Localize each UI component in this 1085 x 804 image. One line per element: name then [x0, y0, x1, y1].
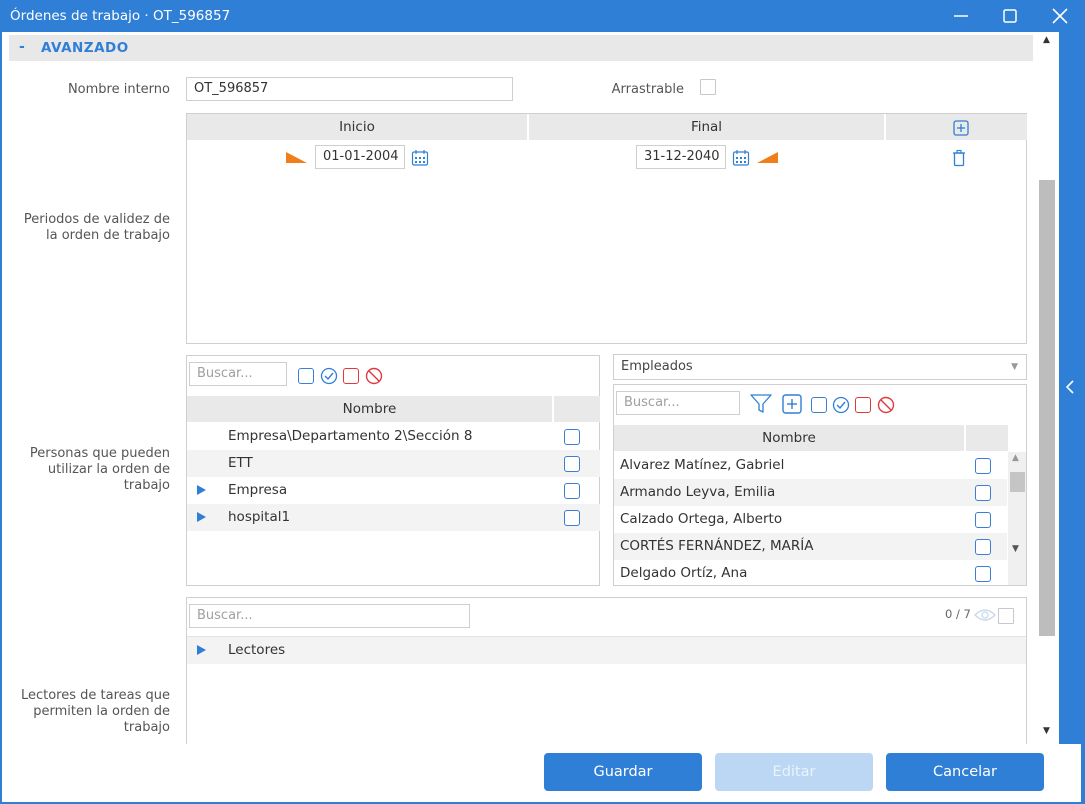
main-scroll-down-icon[interactable]: ▼ [1043, 726, 1050, 736]
employee-row[interactable]: Armando Leyva, Emilia [614, 479, 1007, 506]
select-all-check-icon[interactable] [832, 396, 850, 414]
draggable-checkbox[interactable] [700, 79, 716, 95]
close-icon [1052, 8, 1068, 24]
column-end: Final [529, 114, 884, 140]
expand-arrow-icon[interactable] [197, 645, 206, 655]
dropdown-arrow-icon: ▼ [1011, 362, 1018, 372]
block-icon[interactable] [365, 367, 383, 385]
employee-row[interactable]: CORTÉS FERNÁNDEZ, MARÍA [614, 533, 1007, 560]
groups-column-name: Nombre [187, 396, 552, 422]
readers-panel: Buscar... 0 / 7 Lectores [186, 597, 1027, 744]
internal-name-input[interactable]: OT_596857 [186, 77, 513, 101]
save-button[interactable]: Guardar [544, 753, 702, 791]
select-none-icon[interactable] [811, 397, 827, 413]
group-row[interactable]: hospital1 [187, 504, 600, 531]
expand-arrow-icon[interactable] [197, 485, 206, 495]
readers-label: Lectores de tareas que permiten la orden… [20, 688, 170, 735]
select-none-icon[interactable] [298, 368, 314, 384]
group-row-checkbox[interactable] [564, 429, 580, 445]
employee-row-checkbox[interactable] [975, 539, 991, 555]
validity-table: Inicio Final 01-01-2004 31-12-2040 [186, 113, 1027, 344]
employee-row-checkbox[interactable] [975, 566, 991, 582]
groups-panel: Buscar... Nombre Empresa\Departamento 2\… [186, 355, 600, 586]
add-period-icon[interactable] [953, 120, 969, 136]
group-row-checkbox[interactable] [564, 456, 580, 472]
filter-icon[interactable] [750, 394, 772, 414]
employee-row[interactable]: Delgado Ortíz, Ana [614, 560, 1007, 585]
select-all-check-icon[interactable] [320, 367, 338, 385]
collapse-toggle[interactable]: - [19, 39, 25, 55]
form-scroll-area: - AVANZADO Nombre interno OT_596857 Arra… [2, 32, 1037, 744]
eye-icon[interactable] [974, 607, 996, 623]
employees-scrollbar[interactable]: ▲ ▼ [1008, 452, 1026, 585]
scroll-down-icon[interactable]: ▼ [1012, 544, 1019, 554]
group-row-checkbox[interactable] [564, 510, 580, 526]
groups-search-input[interactable]: Buscar... [189, 362, 287, 386]
employees-scroll-thumb[interactable] [1010, 472, 1025, 492]
group-row-checkbox[interactable] [564, 483, 580, 499]
section-title: AVANZADO [41, 40, 129, 56]
title-bar: Órdenes de trabajo · OT_596857 [0, 0, 1085, 32]
employee-row[interactable]: Alvarez Matínez, Gabriel [614, 452, 1007, 479]
main-scroll-thumb[interactable] [1039, 180, 1055, 636]
employees-column-check [966, 425, 1008, 451]
maximize-icon [1003, 9, 1017, 23]
section-header-avanzado[interactable]: - AVANZADO [9, 35, 1033, 61]
group-row[interactable]: Empresa\Departamento 2\Sección 8 [187, 423, 600, 450]
persons-label: Personas que pueden utilizar la orden de… [29, 446, 170, 493]
maximize-button[interactable] [985, 0, 1035, 32]
close-button[interactable] [1035, 0, 1085, 32]
employee-row-checkbox[interactable] [975, 458, 991, 474]
main-scroll-up-icon[interactable]: ▲ [1043, 35, 1050, 45]
edit-button[interactable]: Editar [715, 753, 873, 791]
employee-row-checkbox[interactable] [975, 512, 991, 528]
validity-label: Periodos de validez de la orden de traba… [23, 212, 170, 243]
readers-select-checkbox[interactable] [998, 608, 1014, 624]
end-calendar-icon[interactable] [732, 149, 750, 167]
employee-row-checkbox[interactable] [975, 485, 991, 501]
side-panel-toggle[interactable] [1059, 32, 1081, 744]
chevron-left-icon [1066, 380, 1074, 394]
groups-column-check [554, 396, 600, 422]
employees-search-input[interactable]: Buscar... [616, 391, 740, 415]
readers-search-input[interactable]: Buscar... [189, 604, 470, 628]
column-start: Inicio [187, 114, 527, 140]
minimize-button[interactable] [936, 0, 986, 32]
add-employee-icon[interactable] [782, 394, 802, 414]
dialog-body: - AVANZADO Nombre interno OT_596857 Arra… [2, 32, 1081, 802]
cancel-button[interactable]: Cancelar [886, 753, 1044, 791]
internal-name-label: Nombre interno [67, 82, 170, 97]
window-title: Órdenes de trabajo · OT_596857 [10, 8, 231, 24]
readers-counter: 0 / 7 [945, 607, 971, 621]
expand-arrow-icon[interactable] [197, 512, 206, 522]
start-date-input[interactable]: 01-01-2004 [315, 145, 405, 169]
group-row[interactable]: ETT [187, 450, 600, 477]
scroll-up-icon[interactable]: ▲ [1012, 453, 1019, 463]
group-row[interactable]: Empresa [187, 477, 600, 504]
end-open-flag-icon [757, 152, 778, 163]
block-icon[interactable] [877, 396, 895, 414]
employees-dropdown[interactable]: Empleados ▼ [613, 354, 1027, 380]
dialog-footer: Guardar Editar Cancelar [2, 744, 1057, 802]
minimize-icon [954, 15, 968, 17]
end-date-input[interactable]: 31-12-2040 [636, 145, 726, 169]
start-open-flag-icon [286, 152, 307, 163]
start-calendar-icon[interactable] [411, 149, 429, 167]
draggable-label: Arrastrable [611, 82, 684, 97]
employee-row[interactable]: Calzado Ortega, Alberto [614, 506, 1007, 533]
employees-column-name: Nombre [614, 425, 964, 451]
employees-panel: Buscar... Nombre Alvarez Matínez, Gabrie… [613, 384, 1027, 586]
deny-box-icon[interactable] [343, 368, 359, 384]
deny-box-icon[interactable] [855, 397, 871, 413]
reader-row[interactable]: Lectores [187, 637, 1026, 664]
delete-period-icon[interactable] [951, 149, 967, 167]
